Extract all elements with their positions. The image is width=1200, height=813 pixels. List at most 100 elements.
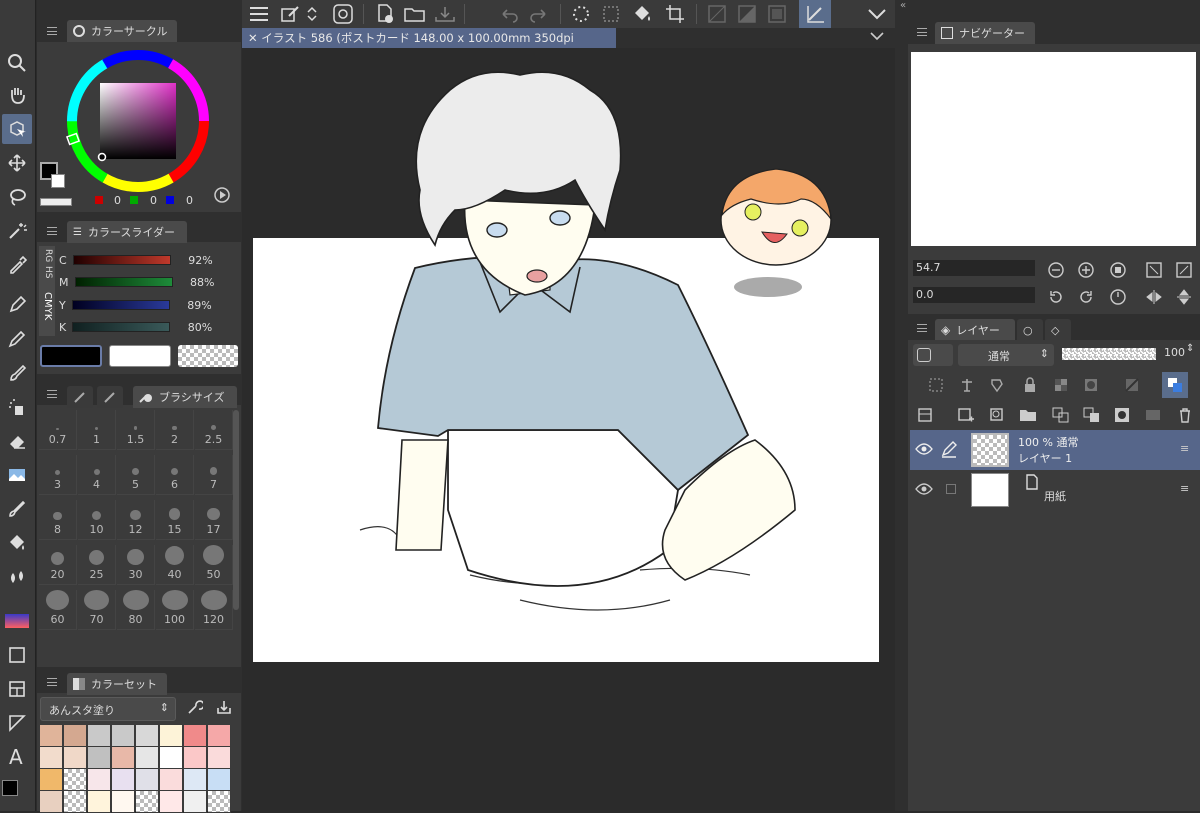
navigator-tab[interactable]: ナビゲーター bbox=[935, 22, 1035, 44]
brush-size-cell[interactable]: 10 bbox=[78, 500, 116, 540]
fill-icon[interactable] bbox=[2, 528, 32, 558]
document-tab[interactable]: ✕ イラスト 586 (ポストカード 148.00 x 100.00mm 350… bbox=[242, 28, 616, 65]
zoom-slider[interactable]: 54.7 bbox=[913, 260, 1035, 276]
brush-size-cell[interactable]: 30 bbox=[117, 545, 155, 585]
color-swatch[interactable] bbox=[40, 725, 63, 747]
brush-size-cell[interactable]: 6 bbox=[156, 455, 194, 495]
hand-icon[interactable] bbox=[2, 80, 32, 110]
color-swatch[interactable] bbox=[112, 769, 135, 791]
pen-icon[interactable] bbox=[2, 290, 32, 320]
color-swatch[interactable] bbox=[160, 725, 183, 747]
color-swatch[interactable] bbox=[64, 747, 87, 769]
main-color-swatch[interactable] bbox=[2, 780, 18, 796]
color-swatch[interactable] bbox=[136, 769, 159, 791]
brush-tab-1[interactable] bbox=[67, 386, 93, 408]
color-swatch[interactable] bbox=[88, 725, 111, 747]
slider-track[interactable] bbox=[74, 277, 173, 287]
zoom-icon[interactable] bbox=[2, 48, 32, 78]
chevron-updown-icon[interactable]: ⇕ bbox=[1186, 343, 1194, 354]
panel-menu-icon[interactable] bbox=[47, 390, 57, 398]
brush-size-cell[interactable]: 25 bbox=[78, 545, 116, 585]
menu-icon[interactable] bbox=[246, 2, 272, 26]
magic-wand-icon[interactable] bbox=[2, 216, 32, 246]
color-swatch[interactable] bbox=[112, 791, 135, 813]
mode-cmyk[interactable]: CMYK bbox=[42, 292, 53, 320]
mode-rg[interactable]: RG bbox=[43, 249, 53, 262]
layer-tab[interactable]: ◈ レイヤー bbox=[935, 319, 1015, 341]
layer-mask-icon[interactable] bbox=[1112, 404, 1134, 426]
panel-menu-icon[interactable] bbox=[917, 324, 927, 332]
color-swatch[interactable] bbox=[136, 725, 159, 747]
airbrush-icon[interactable] bbox=[2, 392, 32, 422]
chevron-down-icon[interactable] bbox=[864, 2, 890, 26]
panel-menu-icon[interactable] bbox=[47, 678, 57, 686]
brush-size-cell[interactable]: 70 bbox=[78, 590, 116, 630]
new-file-icon[interactable] bbox=[372, 2, 398, 26]
slider-m[interactable]: M 88% bbox=[59, 274, 215, 290]
layer-search-tab[interactable]: ◇ bbox=[1045, 319, 1071, 341]
open-folder-icon[interactable] bbox=[402, 2, 428, 26]
layer-row-1[interactable]: 100 % 通常 レイヤー 1 ≡ bbox=[910, 430, 1200, 470]
ruler-layer-icon[interactable] bbox=[1143, 404, 1165, 426]
undo-icon[interactable] bbox=[496, 2, 522, 26]
rotate-right-icon[interactable] bbox=[1075, 286, 1097, 308]
panel-menu-icon[interactable] bbox=[917, 28, 927, 36]
merge-icon[interactable] bbox=[1081, 404, 1103, 426]
slider-track[interactable] bbox=[71, 300, 170, 310]
crop-icon[interactable] bbox=[662, 2, 688, 26]
object-select-icon[interactable] bbox=[2, 114, 32, 144]
color-swatch[interactable] bbox=[184, 769, 207, 791]
color-swatch[interactable] bbox=[88, 769, 111, 791]
gradient-drops-icon[interactable] bbox=[2, 562, 32, 592]
panel-menu-icon[interactable] bbox=[47, 227, 57, 235]
new-raster-layer-icon[interactable] bbox=[955, 404, 977, 426]
play-icon[interactable] bbox=[213, 186, 231, 204]
brush-size-cell[interactable]: 0.7 bbox=[39, 410, 77, 450]
slider-k[interactable]: K 80% bbox=[59, 319, 212, 335]
text-icon[interactable]: A bbox=[2, 742, 32, 772]
flip-vertical-icon[interactable] bbox=[1173, 286, 1195, 308]
color-swatch[interactable] bbox=[40, 791, 63, 813]
color-swatch[interactable] bbox=[64, 791, 87, 813]
rotate-left-icon[interactable] bbox=[1045, 286, 1067, 308]
frame-icon[interactable] bbox=[2, 674, 32, 704]
color-swatch[interactable] bbox=[136, 791, 159, 813]
updown-icon[interactable] bbox=[304, 2, 320, 26]
color-set-tab[interactable]: カラーセット bbox=[67, 673, 167, 695]
color-swatch[interactable] bbox=[112, 747, 135, 769]
brush-icon[interactable] bbox=[2, 358, 32, 388]
brush-size-cell[interactable]: 8 bbox=[39, 500, 77, 540]
brush-size-cell[interactable]: 7 bbox=[195, 455, 233, 495]
clip-icon[interactable] bbox=[925, 374, 947, 396]
transparent-icon[interactable] bbox=[704, 2, 730, 26]
ruler-range-icon[interactable] bbox=[1123, 374, 1145, 396]
lasso-icon[interactable] bbox=[2, 182, 32, 212]
color-swatch[interactable] bbox=[208, 747, 231, 769]
brush-size-cell[interactable]: 15 bbox=[156, 500, 194, 540]
color-swatch[interactable] bbox=[160, 747, 183, 769]
slider-track[interactable] bbox=[72, 322, 171, 332]
color-swatch[interactable] bbox=[184, 791, 207, 813]
checkbox[interactable] bbox=[946, 484, 956, 494]
brush-size-cell[interactable]: 100 bbox=[156, 590, 194, 630]
chevron-left-icon[interactable]: « bbox=[900, 0, 912, 11]
chevron-down-icon[interactable] bbox=[870, 32, 884, 42]
zoom-in-icon[interactable] bbox=[1075, 259, 1097, 281]
new-vector-layer-icon[interactable] bbox=[987, 404, 1009, 426]
brush-size-cell[interactable]: 4 bbox=[78, 455, 116, 495]
color-swatch[interactable] bbox=[64, 769, 87, 791]
brush-size-cell[interactable]: 20 bbox=[39, 545, 77, 585]
color-swatch[interactable] bbox=[160, 769, 183, 791]
mode-hs[interactable]: HS bbox=[43, 266, 53, 278]
edit-icon[interactable] bbox=[278, 2, 304, 26]
eye-icon[interactable] bbox=[915, 482, 933, 496]
color-swatch[interactable] bbox=[184, 747, 207, 769]
swirl-icon[interactable] bbox=[330, 2, 356, 26]
preset-white[interactable] bbox=[109, 345, 171, 367]
slider-track[interactable] bbox=[72, 255, 171, 265]
brush-size-cell[interactable]: 2 bbox=[156, 410, 194, 450]
tone-icon[interactable] bbox=[734, 2, 760, 26]
panel-menu-icon[interactable] bbox=[47, 27, 57, 35]
brush-size-cell[interactable]: 40 bbox=[156, 545, 194, 585]
flip-horizontal-icon[interactable] bbox=[1143, 286, 1165, 308]
